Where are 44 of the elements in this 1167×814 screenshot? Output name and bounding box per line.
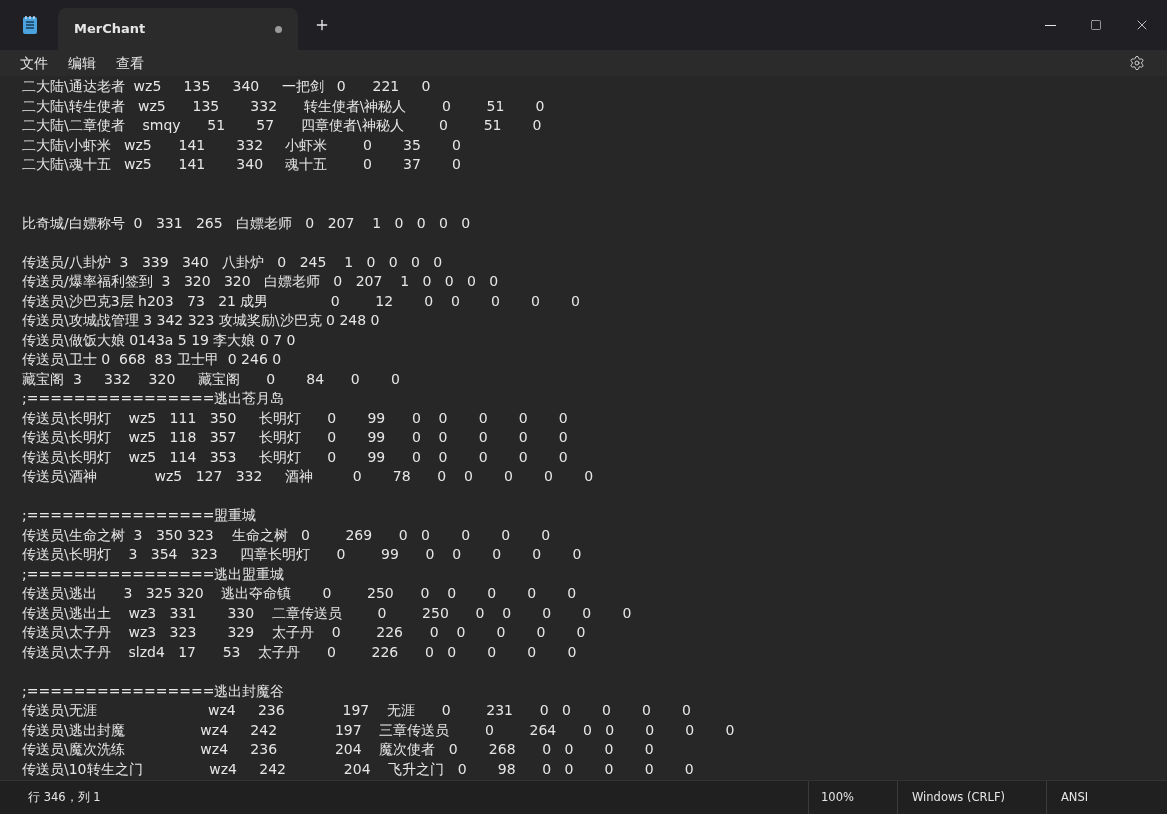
text-line: ;================盟重城: [22, 507, 257, 523]
menu-item[interactable]: 文件: [10, 52, 58, 74]
text-line: 传送员\逃出封魔 wz4 242 197 三章传送员 0 264 0 0 0 0 0: [22, 721, 735, 738]
text-line: 传送员\逃出土 wz3 331 330 二章传送员 0 250 0 0 0 0 0: [22, 604, 632, 621]
text-line: 传送员\无涯 wz4 236 197 无涯 0 231 0 0 0 0 0: [22, 702, 691, 718]
zoom-level: 100%: [820, 788, 855, 806]
text-line: 传送员/八卦炉 3 339 340 八卦炉 0 245 1 0 0 0 0: [22, 253, 443, 270]
menu-item[interactable]: 编辑: [58, 52, 106, 74]
maximize-icon: [1090, 19, 1102, 31]
text-line: 传送员\攻城战管理 3 342 323 攻城奖励\沙巴克 0 248 0: [22, 312, 380, 328]
text-line: 传送员\长明灯 wz5 111 350 长明灯 0 99 0 0 0 0 0: [22, 409, 568, 426]
cursor-position: 行 346，列 1: [28, 788, 101, 806]
text-line: 传送员\酒神 wz5 127 332 酒神 0 78 0 0 0 0 0: [22, 468, 594, 484]
menu-item[interactable]: 查看: [106, 52, 154, 74]
line-ending: Windows (CRLF): [911, 788, 1006, 806]
settings-icon[interactable]: [1129, 55, 1145, 71]
text-line: 传送员\太子丹 wz3 323 329 太子丹 0 226 0 0 0 0 0: [22, 624, 586, 640]
text-line: 二大陆\转生使者 wz5 135 332 转生使者\神秘人 0 51 0: [22, 97, 545, 114]
text-line: 传送员\10转生之门 wz4 242 204 飞升之门 0 98 0 0 0 0 0: [22, 760, 694, 777]
document-tab[interactable]: MerChant: [58, 8, 298, 50]
text-line: 传送员\长明灯 3 354 323 四章长明灯 0 99 0 0 0 0 0: [22, 546, 582, 562]
text-line: 二大陆\二章使者 smqy 51 57 四章使者\神秘人 0 51 0: [22, 117, 542, 133]
text-line: 比奇城/白嫖称号 0 331 265 白嫖老师 0 207 1 0 0 0 0: [22, 214, 471, 231]
text-line: ;================逃出盟重城: [22, 565, 285, 582]
text-line: 传送员\太子丹 slzd4 17 53 太子丹 0 226 0 0 0 0 0: [22, 643, 577, 660]
minimize-icon: [1044, 24, 1056, 26]
plus-icon: [314, 17, 330, 33]
text-line: 传送员\长明灯 wz5 114 353 长明灯 0 99 0 0 0 0 0: [22, 448, 568, 465]
text-line: 二大陆\通达老者 wz5 135 340 一把剑 0 221 0: [22, 78, 431, 94]
text-line: 藏宝阁 3 332 320 藏宝阁 0 84 0 0: [22, 370, 400, 387]
text-line: 传送员\逃出 3 325 320 逃出夺命镇 0 250 0 0 0 0 0: [22, 585, 577, 601]
text-line: ;================逃出苍月岛: [22, 390, 285, 406]
encoding: ANSI: [1060, 788, 1090, 806]
text-line: 传送员\卫士 0 668 83 卫士甲 0 246 0: [22, 351, 282, 367]
text-line: 二大陆\小虾米 wz5 141 332 小虾米 0 35 0: [22, 136, 461, 153]
text-line: 传送员\沙巴克3层 h203 73 21 成男 0 12 0 0 0 0 0: [22, 292, 581, 309]
text-line: ;================逃出封魔谷: [22, 682, 285, 699]
text-line: 传送员\做饭大娘 0143a 5 19 李大娘 0 7 0: [22, 331, 296, 348]
text-line: 二大陆\魂十五 wz5 141 340 魂十五 0 37 0: [22, 156, 461, 172]
text-line: 传送员\生命之树 3 350 323 生命之树 0 269 0 0 0 0 0: [22, 526, 551, 543]
notepad-icon: [22, 15, 38, 35]
text-line: 传送员\长明灯 wz5 118 357 长明灯 0 99 0 0 0 0 0: [22, 429, 568, 445]
text-line: 传送员\魔次洗练 wz4 236 204 魔次使者 0 268 0 0 0 0: [22, 741, 654, 757]
text-line: 传送员/爆率福利签到 3 320 320 白嫖老师 0 207 1 0 0 0 0: [22, 273, 499, 289]
